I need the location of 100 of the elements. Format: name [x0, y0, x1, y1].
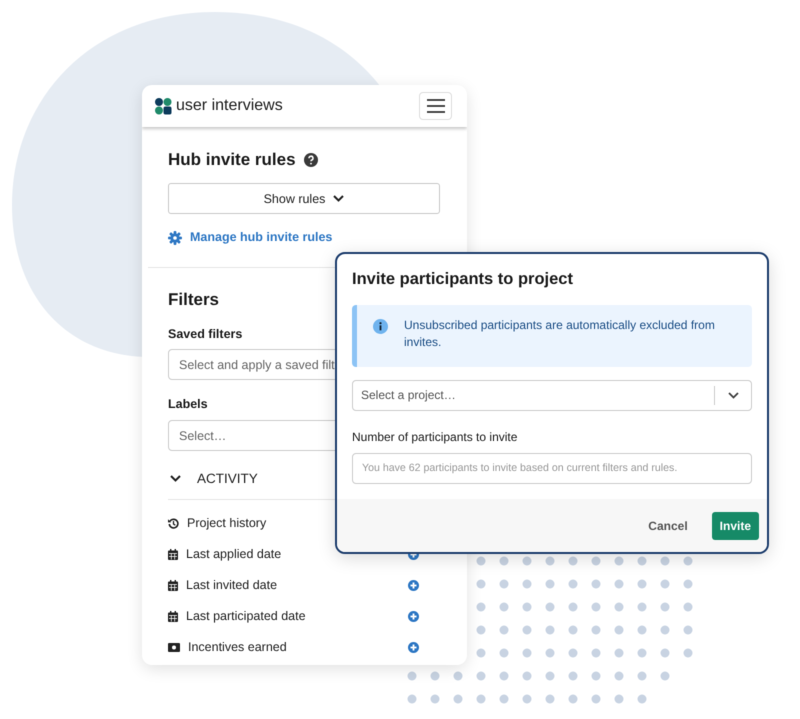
menu-button[interactable] — [419, 92, 452, 120]
pattern-dot — [660, 626, 670, 634]
field-label: Labels — [168, 396, 208, 414]
pattern-dot — [568, 580, 578, 588]
pattern-dot — [522, 580, 532, 588]
pattern-dot — [592, 648, 600, 658]
help-icon[interactable] — [304, 153, 318, 168]
field-label: Saved filters — [168, 326, 242, 343]
pattern-dot — [522, 672, 532, 680]
pattern-dot — [476, 580, 486, 588]
pattern-dot — [500, 580, 508, 588]
pattern-dot — [476, 602, 486, 612]
gear-icon — [168, 230, 182, 245]
pattern-dot — [660, 648, 670, 658]
pattern-dot — [546, 672, 554, 680]
pattern-dot — [614, 626, 624, 634]
dialog-title: Invite participants to project — [352, 270, 574, 290]
pattern-dot — [408, 672, 416, 680]
add-icon[interactable] — [408, 611, 419, 622]
pattern-dot — [660, 602, 670, 612]
show-rules-button[interactable]: Show rules — [168, 183, 440, 214]
pattern-dot — [592, 694, 600, 704]
pattern-dot — [522, 602, 532, 612]
pattern-dot — [638, 694, 646, 704]
pattern-dot — [684, 580, 692, 588]
manage-rules-link[interactable]: Manage hub invite rules — [190, 228, 332, 248]
menu-icon — [426, 99, 444, 113]
pattern-dot — [614, 580, 624, 588]
pattern-dot — [454, 672, 462, 680]
logo-icon — [155, 98, 172, 114]
cancel-button[interactable]: Cancel — [640, 512, 696, 538]
pattern-dot — [638, 556, 646, 566]
pattern-dot — [684, 648, 692, 658]
pattern-dot — [476, 626, 486, 634]
pattern-dot — [614, 648, 624, 658]
pattern-dot — [500, 648, 508, 658]
add-icon[interactable] — [408, 642, 419, 654]
pattern-dot — [660, 580, 670, 588]
pattern-dot — [568, 626, 578, 634]
pattern-dot — [568, 694, 578, 704]
pattern-dot — [638, 648, 646, 658]
filter-option[interactable]: Last applied date — [186, 545, 282, 564]
calendar-icon — [168, 611, 178, 622]
pattern-dot — [500, 694, 508, 704]
pattern-dot — [546, 694, 554, 704]
pattern-dot — [684, 602, 692, 612]
pattern-dot — [568, 648, 578, 658]
pattern-dot — [614, 602, 624, 612]
section-heading[interactable]: ACTIVITY — [197, 468, 258, 490]
pattern-dot — [522, 626, 532, 634]
pattern-dot — [684, 626, 692, 634]
pattern-dot — [476, 672, 486, 680]
cash-icon — [168, 643, 180, 652]
pattern-dot — [638, 580, 646, 588]
history-icon — [168, 518, 179, 530]
calendar-icon — [168, 549, 178, 560]
section-title: Hub invite rules — [168, 150, 296, 170]
filter-option[interactable]: Last invited date — [186, 576, 278, 595]
pattern-dot — [614, 694, 624, 704]
pattern-dot — [546, 580, 554, 588]
pattern-dot — [660, 672, 670, 680]
select-placeholder: Select a project… — [360, 387, 457, 404]
pattern-dot — [568, 672, 578, 680]
filter-option[interactable]: Incentives earned — [188, 638, 287, 657]
pattern-dot — [476, 648, 486, 658]
pattern-dot — [660, 556, 670, 566]
pattern-dot — [592, 556, 600, 566]
pattern-dot — [546, 648, 554, 658]
pattern-dot — [568, 602, 578, 612]
pattern-dot — [592, 602, 600, 612]
calendar-icon — [168, 580, 178, 592]
chevron-down-icon — [728, 392, 739, 399]
pattern-dot — [430, 672, 440, 680]
chevron-down-icon[interactable] — [170, 474, 181, 484]
pattern-dot — [546, 602, 554, 612]
pattern-dot — [638, 626, 646, 634]
filter-option[interactable]: Project history — [187, 514, 266, 533]
pattern-dot — [430, 694, 440, 704]
pattern-dot — [476, 556, 486, 566]
pattern-dot — [500, 602, 508, 612]
pattern-dot — [522, 556, 532, 566]
add-icon[interactable] — [408, 580, 419, 592]
pattern-dot — [500, 626, 508, 634]
pattern-dot — [408, 694, 416, 704]
project-select[interactable]: Select a project… — [352, 380, 752, 411]
filter-option[interactable]: Last participated date — [186, 607, 306, 626]
pattern-dot — [684, 556, 692, 566]
pattern-dot — [638, 672, 646, 680]
pattern-dot — [568, 556, 578, 566]
pattern-dot — [592, 626, 600, 634]
pattern-dot — [592, 580, 600, 588]
pattern-dot — [614, 672, 624, 680]
pattern-dot — [638, 602, 646, 612]
pattern-dot — [522, 694, 532, 704]
invite-button[interactable]: Invite — [712, 512, 759, 540]
alert-text: Unsubscribed participants are automatically excluded from invites. — [404, 316, 716, 351]
participant-count-field[interactable]: You have 62 participants to invite based on current filters and rules. — [352, 452, 752, 484]
info-icon — [373, 318, 388, 334]
pattern-dot — [546, 556, 554, 566]
chevron-down-icon — [333, 195, 344, 202]
